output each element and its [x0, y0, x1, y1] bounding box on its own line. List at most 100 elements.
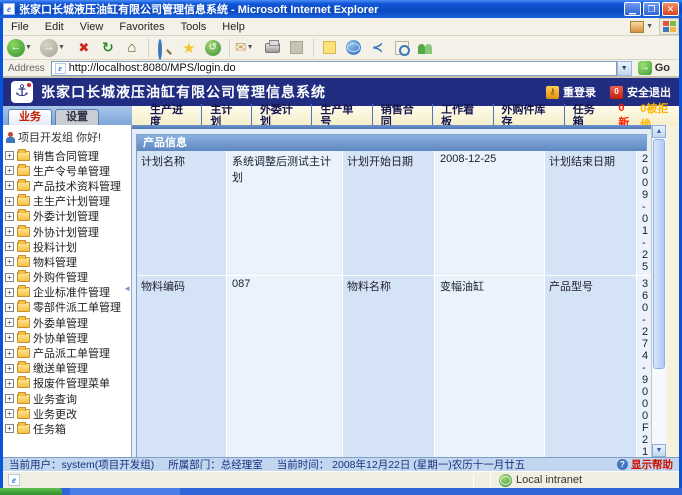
sidebar-item[interactable]: + 主生产计划管理	[5, 194, 129, 209]
browser-button[interactable]	[343, 37, 365, 59]
nav-item[interactable]: 任务箱	[565, 104, 614, 128]
sidebar-item[interactable]: + 外委计划管理	[5, 209, 129, 224]
forward-button[interactable]: →▼	[40, 37, 71, 59]
home-icon: ⌂	[127, 39, 136, 56]
show-help-link[interactable]: ? 显示帮助	[617, 457, 673, 472]
sidebar-item[interactable]: + 外购件管理	[5, 270, 129, 285]
address-input[interactable]	[69, 62, 616, 74]
sidebar-item[interactable]: + 产品技术资料管理	[5, 178, 129, 193]
sidebar-item[interactable]: + 零部件派工单管理	[5, 300, 129, 315]
mail-icon: ✉	[235, 39, 247, 56]
logout-icon: 0	[610, 86, 623, 99]
expand-icon[interactable]: +	[5, 349, 14, 358]
window-title: 张家口长城液压油缸有限公司管理信息系统 - Microsoft Internet…	[19, 1, 622, 17]
sidebar-item[interactable]: + 业务查询	[5, 391, 129, 406]
expand-icon[interactable]: +	[5, 394, 14, 403]
nav-item[interactable]: 生产进度	[142, 104, 202, 128]
status-divider	[473, 474, 474, 487]
sidebar-item[interactable]: + 生产令号单管理	[5, 163, 129, 178]
taskbar-button[interactable]	[70, 488, 180, 495]
logout-link[interactable]: 0 安全退出	[610, 84, 671, 100]
tab-business[interactable]: 业务	[8, 109, 52, 125]
expand-icon[interactable]: +	[5, 257, 14, 266]
expand-icon[interactable]: +	[5, 273, 14, 282]
home-button[interactable]: ⌂	[121, 37, 143, 59]
expand-icon[interactable]: +	[5, 333, 14, 342]
expand-icon[interactable]: +	[5, 424, 14, 433]
start-button[interactable]	[0, 488, 62, 495]
sidebar-item[interactable]: + 外协单管理	[5, 330, 129, 345]
address-dropdown-icon[interactable]: ▼	[617, 61, 632, 76]
field-label: 产品型号	[545, 276, 637, 457]
menu-item[interactable]: Tools	[173, 18, 215, 35]
folder-icon	[17, 302, 30, 312]
sidebar-item[interactable]: + 业务更改	[5, 406, 129, 421]
menu-item[interactable]: Edit	[37, 18, 72, 35]
expand-icon[interactable]: +	[5, 303, 14, 312]
back-button[interactable]: ←▼	[7, 37, 38, 59]
plugin-button[interactable]: ≺	[367, 37, 389, 59]
scroll-down-icon[interactable]: ▼	[652, 444, 666, 457]
messenger-button[interactable]	[415, 37, 437, 59]
expand-icon[interactable]: +	[5, 288, 14, 297]
sidebar-item[interactable]: + 任务箱	[5, 421, 129, 436]
nav-item[interactable]: 外购件库存	[494, 104, 565, 128]
discuss-button[interactable]	[319, 37, 341, 59]
minimize-button[interactable]: ▁	[624, 2, 641, 16]
sidebar-item[interactable]: + 报废件管理菜单	[5, 376, 129, 391]
expand-icon[interactable]: +	[5, 181, 14, 190]
stop-button[interactable]: ✖	[73, 37, 95, 59]
expand-icon[interactable]: +	[5, 227, 14, 236]
sidebar-item[interactable]: + 外委单管理	[5, 315, 129, 330]
sidebar-item[interactable]: + 外协计划管理	[5, 224, 129, 239]
maximize-button[interactable]: ❐	[643, 2, 660, 16]
expand-icon[interactable]: +	[5, 318, 14, 327]
refresh-button[interactable]: ↻	[97, 37, 119, 59]
addon-icon[interactable]	[630, 21, 644, 33]
nav-item[interactable]: 生产单号	[312, 104, 372, 128]
sidebar-item[interactable]: + 缴送单管理	[5, 361, 129, 376]
relogin-link[interactable]: ⚷ 重登录	[546, 84, 596, 100]
addon-dropdown-icon[interactable]: ▼	[646, 23, 653, 30]
scroll-up-icon[interactable]: ▲	[652, 125, 666, 138]
nav-item[interactable]: 工作看板	[433, 104, 493, 128]
menu-item[interactable]: Help	[214, 18, 253, 35]
expand-icon[interactable]: +	[5, 212, 14, 221]
sidebar-item[interactable]: + 投料计划	[5, 239, 129, 254]
menu-item[interactable]: Favorites	[111, 18, 172, 35]
expand-icon[interactable]: +	[5, 379, 14, 388]
address-input-wrap: e	[51, 61, 617, 76]
tab-settings[interactable]: 设置	[55, 109, 99, 125]
menu-item[interactable]: View	[72, 18, 112, 35]
page-icon: e	[55, 63, 66, 74]
nav-item[interactable]: 销售合同	[373, 104, 433, 128]
expand-icon[interactable]: +	[5, 166, 14, 175]
nav-item[interactable]: 主计划	[202, 104, 252, 128]
sidebar-item[interactable]: + 企业标准件管理	[5, 285, 129, 300]
go-button[interactable]: → Go	[632, 61, 676, 75]
history-button[interactable]: ↺	[202, 37, 224, 59]
windows-taskbar[interactable]	[0, 488, 682, 495]
expand-icon[interactable]: +	[5, 151, 14, 160]
expand-icon[interactable]: +	[5, 197, 14, 206]
mail-button[interactable]: ✉▼	[235, 37, 260, 59]
edit-button[interactable]	[286, 37, 308, 59]
sidebar-item[interactable]: + 产品派工单管理	[5, 345, 129, 360]
close-button[interactable]: ✕	[662, 2, 679, 16]
print-button[interactable]	[262, 37, 284, 59]
scrollbar-thumb[interactable]	[653, 139, 665, 369]
research-button[interactable]	[391, 37, 413, 59]
globe-icon	[346, 40, 361, 55]
search-button[interactable]	[154, 37, 176, 59]
expand-icon[interactable]: +	[5, 242, 14, 251]
page-scrollbar[interactable]: ▲ ▼	[651, 125, 666, 457]
messenger-icon	[418, 42, 434, 54]
sidebar-item[interactable]: + 销售合同管理	[5, 148, 129, 163]
menu-item[interactable]: File	[3, 18, 37, 35]
expand-icon[interactable]: +	[5, 409, 14, 418]
sidebar-collapse-handle[interactable]: ◄	[123, 284, 131, 293]
nav-item[interactable]: 外委计划	[252, 104, 312, 128]
expand-icon[interactable]: +	[5, 364, 14, 373]
favorites-button[interactable]: ★	[178, 37, 200, 59]
sidebar-item[interactable]: + 物料管理	[5, 254, 129, 269]
